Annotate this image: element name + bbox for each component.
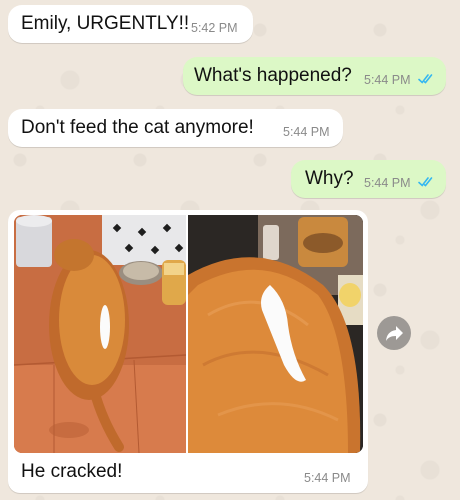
message-time: 5:44 PM [304, 471, 351, 485]
double-check-read-icon [418, 177, 433, 187]
message-time: 5:44 PM [364, 176, 411, 190]
message-text: Don't feed the cat anymore! [21, 117, 254, 138]
image-caption: He cracked! [21, 461, 123, 482]
message-text: Emily, URGENTLY!! [21, 13, 190, 34]
cat-photo-right[interactable] [188, 215, 363, 453]
message-bubble-outgoing[interactable]: What's happened? 5:44 PM [183, 57, 446, 95]
message-bubble-incoming[interactable]: Emily, URGENTLY!! 5:42 PM [8, 5, 253, 43]
message-text: Why? [305, 168, 354, 189]
message-bubble-outgoing[interactable]: Why? 5:44 PM [291, 160, 446, 198]
double-check-read-icon [418, 74, 433, 84]
message-time: 5:44 PM [364, 73, 411, 87]
message-time: 5:44 PM [283, 125, 330, 139]
share-arrow-icon [386, 326, 403, 341]
image-message-bubble[interactable]: He cracked! 5:44 PM [8, 210, 368, 493]
cat-photo-left-image [14, 215, 186, 453]
message-time: 5:42 PM [191, 21, 238, 35]
cat-photo-left[interactable] [14, 215, 186, 453]
cat-photo-right-image [188, 215, 363, 453]
message-bubble-incoming[interactable]: Don't feed the cat anymore! 5:44 PM [8, 109, 343, 147]
message-text: What's happened? [194, 65, 352, 86]
forward-button[interactable] [377, 316, 411, 350]
